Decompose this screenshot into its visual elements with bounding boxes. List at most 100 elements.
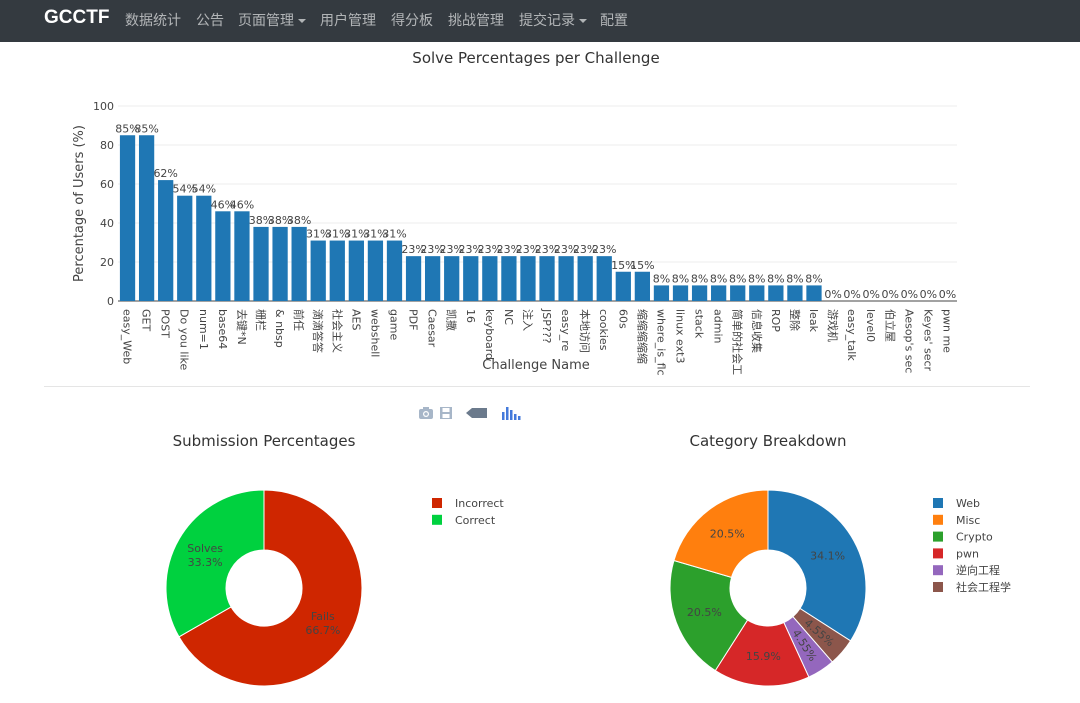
brand-logo[interactable]: GCCTF bbox=[44, 7, 109, 29]
caret-down-icon bbox=[579, 19, 587, 23]
nav-item-pages[interactable]: 页面管理 bbox=[238, 10, 306, 30]
tag-icon[interactable] bbox=[466, 405, 488, 424]
y-tick-label: 0 bbox=[107, 295, 114, 308]
bar bbox=[444, 256, 460, 301]
bar bbox=[138, 135, 155, 301]
bar-value-label: 46% bbox=[230, 198, 254, 211]
bar bbox=[615, 271, 631, 301]
legend-swatch bbox=[432, 514, 442, 525]
bar bbox=[749, 285, 765, 301]
bar bbox=[653, 285, 670, 301]
x-tick-label: easy_Web bbox=[121, 309, 134, 364]
bar-value-label: 0% bbox=[920, 288, 937, 301]
nav-item-scoreboard[interactable]: 得分板 bbox=[391, 10, 433, 30]
slice-percent-label: 34.1% bbox=[810, 549, 845, 562]
nav-item-challenges[interactable]: 挑战管理 bbox=[448, 10, 504, 30]
bar-value-label: 8% bbox=[729, 272, 746, 285]
x-tick-label: game bbox=[387, 309, 400, 340]
nav-item-label: 提交记录 bbox=[519, 13, 575, 29]
x-tick-label: 缩缩缩缩缩 bbox=[635, 309, 648, 364]
legend-label: pwn bbox=[956, 547, 979, 560]
x-tick-label: 栅栏 bbox=[254, 309, 268, 331]
bar bbox=[672, 285, 689, 301]
x-tick-label: webshell bbox=[368, 309, 381, 357]
bar-value-label: 54% bbox=[192, 183, 216, 196]
x-tick-label: & nbsp bbox=[273, 309, 286, 348]
x-tick-label: stack bbox=[693, 309, 706, 339]
chart-title: Solve Percentages per Challenge bbox=[412, 49, 659, 67]
x-tick-label: POST bbox=[159, 309, 172, 338]
bar bbox=[711, 285, 727, 301]
bar bbox=[310, 240, 326, 301]
slice-label: 34.1% bbox=[810, 549, 845, 562]
bar-value-label: 85% bbox=[134, 122, 158, 135]
bar-value-label: 15% bbox=[630, 259, 654, 272]
x-tick-label: 16 bbox=[464, 309, 477, 323]
x-tick-label: ROP bbox=[769, 309, 782, 332]
x-tick-label: Do you like bbox=[178, 309, 191, 370]
chart-title: Submission Percentages bbox=[173, 432, 356, 450]
bar bbox=[768, 285, 784, 301]
section-divider bbox=[44, 386, 1030, 387]
y-tick-label: 100 bbox=[93, 100, 114, 113]
slice-percent-label: 20.5% bbox=[710, 528, 745, 541]
bar bbox=[215, 211, 231, 301]
bar bbox=[196, 195, 212, 301]
x-tick-label: GET bbox=[140, 309, 153, 331]
x-tick-label: 伯立屋 bbox=[883, 309, 897, 342]
nav-item-submissions[interactable]: 提交记录 bbox=[519, 10, 587, 30]
bar-value-label: 8% bbox=[805, 272, 822, 285]
x-tick-label: AES bbox=[349, 309, 362, 330]
x-tick-label: linux ext3 bbox=[674, 309, 687, 363]
bar bbox=[558, 256, 574, 301]
bar-value-label: 8% bbox=[672, 272, 689, 285]
bar bbox=[291, 226, 307, 301]
nav-item-label: 用户管理 bbox=[320, 13, 376, 29]
bar-value-label: 23% bbox=[592, 243, 616, 256]
y-tick-label: 60 bbox=[100, 178, 114, 191]
slice-label: Solves33.3% bbox=[187, 542, 223, 569]
bar bbox=[577, 256, 593, 301]
nav-item-stats[interactable]: 数据统计 bbox=[125, 10, 181, 30]
camera-icon[interactable] bbox=[418, 405, 434, 424]
nav-item-label: 得分板 bbox=[391, 13, 433, 29]
legend-swatch bbox=[933, 531, 943, 542]
bar-value-label: 8% bbox=[748, 272, 765, 285]
bar bbox=[348, 240, 364, 301]
bar-value-label: 8% bbox=[767, 272, 784, 285]
slice-label: 15.9% bbox=[746, 650, 781, 663]
bar bbox=[482, 256, 498, 301]
bar bbox=[329, 240, 345, 301]
x-tick-label: Keyes' secr bbox=[921, 309, 934, 372]
y-tick-label: 80 bbox=[100, 139, 114, 152]
x-tick-label: Aesop's sec bbox=[902, 309, 915, 373]
legend-swatch bbox=[933, 582, 943, 592]
nav-item-users[interactable]: 用户管理 bbox=[320, 10, 376, 30]
save-icon[interactable] bbox=[439, 405, 453, 424]
x-tick-label: pwn me bbox=[940, 309, 953, 353]
bar bbox=[119, 135, 136, 301]
donut-slice bbox=[767, 489, 867, 642]
plotly-logo-icon[interactable] bbox=[500, 405, 522, 425]
x-tick-label: easy_re bbox=[559, 309, 572, 352]
legend-label: Misc bbox=[956, 514, 980, 527]
bar bbox=[405, 256, 422, 301]
bar-value-label: 38% bbox=[287, 214, 311, 227]
bar bbox=[424, 256, 441, 301]
bar bbox=[463, 256, 479, 301]
bar bbox=[367, 240, 384, 301]
bar bbox=[272, 226, 288, 301]
x-tick-label: cookies bbox=[597, 309, 610, 351]
x-tick-label: where_is_flc bbox=[654, 309, 667, 376]
bar-value-label: 0% bbox=[939, 288, 956, 301]
nav-item-label: 挑战管理 bbox=[448, 13, 504, 29]
x-tick-label: leak bbox=[807, 309, 820, 333]
y-tick-label: 40 bbox=[100, 217, 114, 230]
nav-item-config[interactable]: 配置 bbox=[600, 10, 628, 30]
legend-swatch bbox=[432, 498, 442, 508]
nav-item-announcements[interactable]: 公告 bbox=[196, 10, 224, 30]
legend-swatch bbox=[933, 514, 943, 525]
bar-value-label: 31% bbox=[382, 228, 406, 241]
bar bbox=[691, 285, 708, 301]
bar bbox=[634, 271, 651, 301]
